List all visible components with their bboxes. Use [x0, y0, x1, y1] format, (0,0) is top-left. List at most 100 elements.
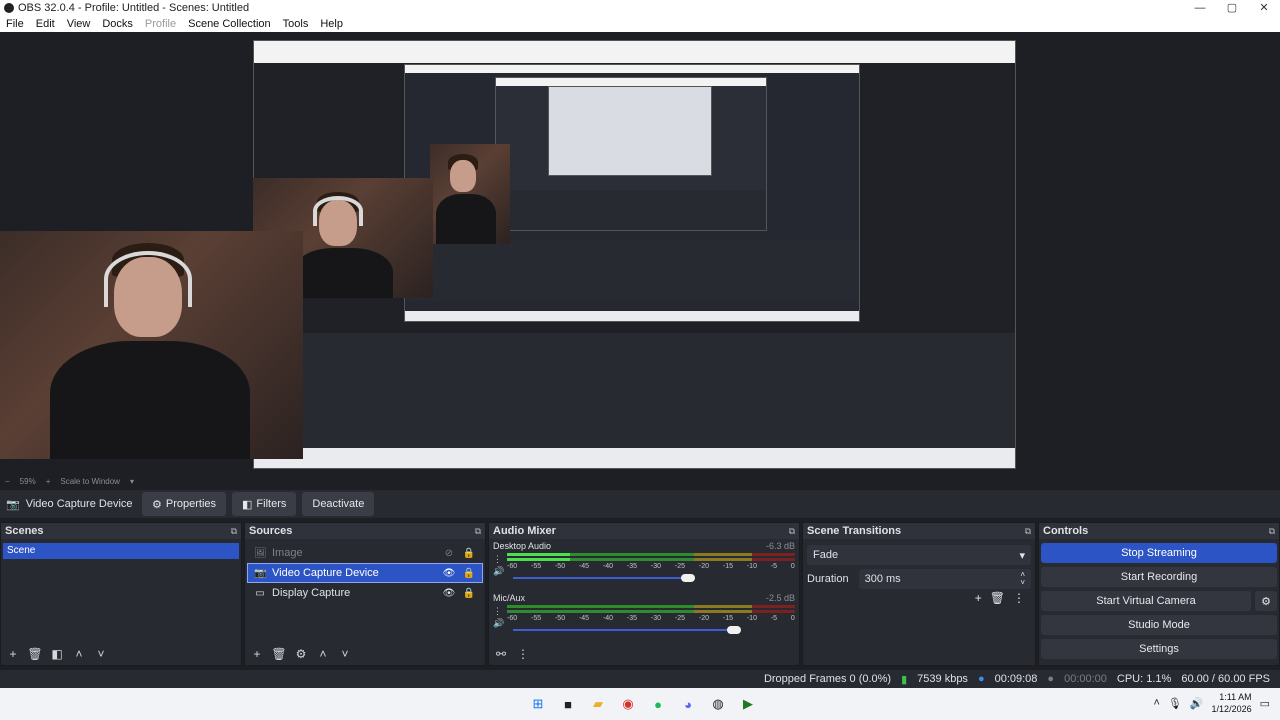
channel-menu-icon[interactable]: ⋮ 🔊 — [493, 553, 504, 577]
source-item-video-capture[interactable]: 📷 Video Capture Device 👁 🔒 — [247, 563, 483, 583]
meter-tick-label: -50 — [554, 615, 566, 622]
start-recording-button[interactable]: Start Recording — [1041, 567, 1277, 587]
more-options-icon[interactable]: ⋮ — [515, 647, 531, 661]
scene-transitions-dock: Scene Transitions ⧉ Fade ▾ Duration 300 … — [802, 522, 1036, 666]
window-titlebar: OBS 32.0.4 - Profile: Untitled - Scenes:… — [0, 0, 1280, 16]
channel-menu-icon[interactable]: ⋮ 🔊 — [493, 605, 504, 629]
deactivate-button[interactable]: Deactivate — [302, 492, 375, 516]
lock-icon[interactable]: 🔒 — [462, 548, 476, 559]
menu-view[interactable]: View — [61, 18, 97, 30]
eye-icon[interactable]: 👁 — [442, 568, 456, 579]
mixer-footer: ⚯ ⋮ — [489, 643, 799, 665]
menu-file[interactable]: File — [0, 18, 30, 30]
app-icon[interactable]: ▶ — [738, 694, 758, 714]
move-down-icon[interactable]: ˅ — [93, 647, 109, 661]
taskbar-apps: ⊞ ■ ▰ ◉ ● ◕ ◍ ▶ — [528, 694, 758, 714]
source-item-image[interactable]: 🖼 Image ⊘ 🔒 — [247, 543, 483, 563]
duration-input[interactable]: 300 ms ˄ ˅ — [858, 569, 1031, 589]
undock-icon[interactable]: ⧉ — [1025, 526, 1031, 537]
meter-tick-label: -5 — [770, 615, 778, 622]
maximize-button[interactable]: ▢ — [1216, 0, 1248, 16]
channel-header: Mic/Aux -2.5 dB — [493, 593, 795, 603]
start-virtual-camera-button[interactable]: Start Virtual Camera — [1041, 591, 1251, 611]
volume-icon[interactable]: 🔊 — [1190, 697, 1204, 710]
clock[interactable]: 1:11 AM 1/12/2026 — [1212, 691, 1252, 715]
scene-item[interactable]: Scene — [3, 543, 239, 559]
controls-dock: Controls ⧉ Stop Streaming Start Recordin… — [1038, 522, 1280, 666]
file-explorer-icon[interactable]: ▰ — [588, 694, 608, 714]
spotify-icon[interactable]: ● — [648, 694, 668, 714]
deactivate-label: Deactivate — [312, 498, 365, 510]
speaker-icon[interactable]: 🔊 — [493, 618, 504, 628]
gear-icon[interactable]: ⚙ — [293, 647, 309, 661]
trash-icon[interactable]: 🗑 — [990, 591, 1005, 605]
meter-tick-label: -45 — [578, 615, 590, 622]
preview-area[interactable] — [0, 32, 1280, 474]
undock-icon[interactable]: ⧉ — [475, 526, 481, 537]
trash-icon[interactable]: 🗑 — [271, 647, 287, 661]
properties-label: Properties — [165, 498, 217, 510]
trash-icon[interactable]: 🗑 — [27, 647, 43, 661]
filters-button[interactable]: ◧ Filters — [232, 492, 297, 516]
notification-icon[interactable]: ▭ — [1260, 697, 1270, 710]
move-up-icon[interactable]: ˄ — [315, 647, 331, 661]
chrome-icon[interactable]: ◉ — [618, 694, 638, 714]
zoom-out-button[interactable]: − — [0, 477, 15, 486]
source-item-display-capture[interactable]: ▭ Display Capture 👁 🔒 — [247, 583, 483, 603]
slider-handle[interactable] — [726, 626, 741, 634]
menu-scene-collection[interactable]: Scene Collection — [182, 18, 277, 30]
slider-handle[interactable] — [681, 574, 696, 582]
clock-time: 1:11 AM — [1219, 692, 1252, 702]
terminal-icon[interactable]: ■ — [558, 694, 578, 714]
zoom-in-button[interactable]: + — [41, 477, 56, 486]
move-up-icon[interactable]: ˄ — [71, 647, 87, 661]
meter-tick-label: -40 — [602, 563, 614, 570]
add-icon[interactable]: + — [249, 647, 265, 661]
gear-icon[interactable]: ⚙ — [1255, 591, 1277, 611]
eye-icon[interactable]: 👁 — [442, 588, 456, 599]
menu-edit[interactable]: Edit — [30, 18, 61, 30]
speaker-icon[interactable]: 🔊 — [493, 566, 504, 576]
undock-icon[interactable]: ⧉ — [789, 526, 795, 537]
minimize-button[interactable]: — — [1184, 0, 1216, 16]
menu-tools[interactable]: Tools — [277, 18, 315, 30]
undock-icon[interactable]: ⧉ — [1269, 526, 1275, 537]
link-icon[interactable]: ⚯ — [493, 647, 509, 661]
window-controls: — ▢ ✕ — [1184, 0, 1280, 16]
undock-icon[interactable]: ⧉ — [231, 526, 237, 537]
menu-help[interactable]: Help — [314, 18, 349, 30]
meter-tick-label: -25 — [674, 615, 686, 622]
transition-select[interactable]: Fade ▾ — [807, 545, 1031, 565]
discord-icon[interactable]: ◕ — [678, 694, 698, 714]
close-button[interactable]: ✕ — [1248, 0, 1280, 16]
chevron-down-icon[interactable]: ▾ — [125, 477, 139, 486]
add-icon[interactable]: + — [975, 591, 982, 605]
volume-slider[interactable] — [513, 625, 795, 635]
lock-icon[interactable]: 🔒 — [462, 568, 476, 579]
meter-tick-label: -25 — [674, 563, 686, 570]
meter-ticks: -60 -55 -50 -45 -40 -35 -30 -25 -20 -15 -10 -5 0 — [507, 563, 795, 573]
obs-icon[interactable]: ◍ — [708, 694, 728, 714]
volume-slider[interactable] — [513, 573, 795, 583]
more-options-icon[interactable]: ⋮ — [1013, 591, 1025, 605]
windows-start-icon[interactable]: ⊞ — [528, 694, 548, 714]
lock-icon[interactable]: 🔒 — [462, 588, 476, 599]
transitions-title: Scene Transitions — [807, 525, 902, 537]
microphone-icon[interactable]: 🎙 — [1168, 697, 1182, 710]
menu-profile[interactable]: Profile — [139, 18, 182, 30]
scale-mode-select[interactable]: Scale to Window — [55, 477, 125, 486]
properties-button[interactable]: ⚙ Properties — [142, 492, 227, 516]
filter-icon[interactable]: ◧ — [49, 647, 65, 661]
menu-docks[interactable]: Docks — [96, 18, 139, 30]
nested-preview-4 — [548, 86, 712, 176]
stop-streaming-button[interactable]: Stop Streaming — [1041, 543, 1277, 563]
spin-arrows-icon[interactable]: ˄ ˅ — [1020, 571, 1025, 587]
scenes-title: Scenes — [5, 525, 44, 537]
studio-mode-button[interactable]: Studio Mode — [1041, 615, 1277, 635]
eye-hidden-icon[interactable]: ⊘ — [442, 548, 456, 559]
move-down-icon[interactable]: ˅ — [337, 647, 353, 661]
settings-button[interactable]: Settings — [1041, 639, 1277, 659]
sources-title: Sources — [249, 525, 293, 537]
tray-chevron-icon[interactable]: ˄ — [1153, 697, 1159, 709]
add-icon[interactable]: + — [5, 647, 21, 661]
